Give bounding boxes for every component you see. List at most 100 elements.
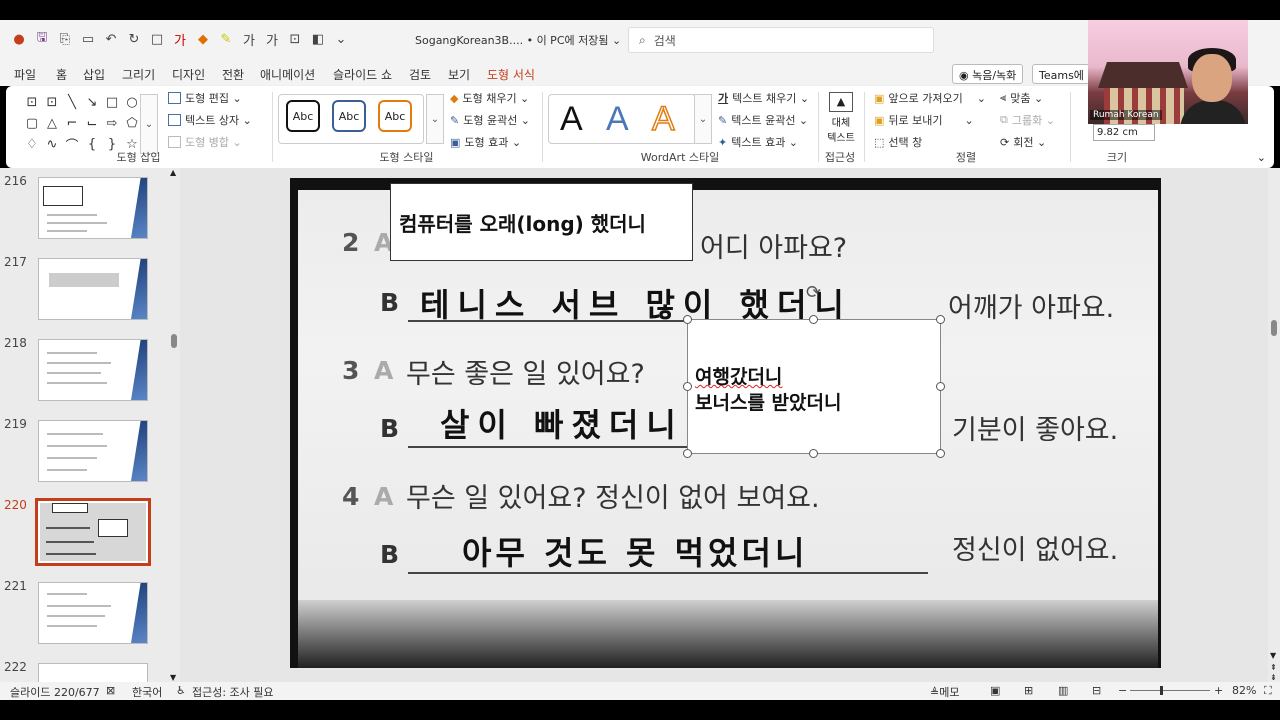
thumbnail-row[interactable]: 222 [0, 660, 160, 682]
thumbnail-row[interactable]: 217 [0, 255, 160, 321]
tab-file[interactable]: 파일 [14, 66, 36, 83]
save-icon[interactable]: 🖫 [33, 30, 51, 48]
shape-effects-button[interactable]: ▣ 도형 효과 ⌄ [450, 134, 521, 150]
resize-handle[interactable] [809, 449, 818, 458]
tab-animations[interactable]: 애니메이션 [260, 66, 315, 83]
text-outline-button[interactable]: ✎ 텍스트 윤곽선 ⌄ [718, 112, 808, 128]
oval-shape-icon[interactable]: ○ [122, 92, 142, 113]
selected-text-box[interactable]: 여행갔더니 보너스를 받았더니 [687, 319, 941, 454]
slide-thumbnail[interactable] [38, 258, 148, 320]
shape-style-more-button[interactable]: ⌄ [426, 94, 444, 144]
shape-style-blue[interactable]: Abc [332, 100, 366, 132]
tab-insert[interactable]: 삽입 [83, 66, 105, 83]
notes-button[interactable]: ≜메모 [930, 684, 959, 700]
textbox-icon[interactable]: ⊡ [286, 30, 304, 48]
autosave-icon[interactable]: ⎘ [56, 30, 74, 48]
slideshow-icon[interactable]: ▭ [79, 30, 97, 48]
wordart-orange-outline[interactable]: A [651, 99, 675, 139]
send-backward-button[interactable]: ▣ 뒤로 보내기 ⌄ [874, 112, 974, 128]
wordart-black[interactable]: A [560, 100, 583, 139]
tab-design[interactable]: 디자인 [172, 66, 205, 83]
shape-fill-button[interactable]: ◆ 도형 채우기 ⌄ [450, 90, 529, 106]
font-color-icon[interactable]: 가 [171, 30, 189, 49]
slide-thumbnail[interactable] [38, 177, 148, 239]
tab-slideshow[interactable]: 슬라이드 쇼 [333, 66, 392, 83]
tab-shape-format[interactable]: 도형 서식 [487, 66, 535, 88]
thumbnail-row[interactable]: 216 [0, 174, 160, 240]
language-indicator[interactable]: 한국어 [132, 684, 162, 700]
rotate-button[interactable]: ⟳ 회전 ⌄ [1000, 134, 1046, 150]
rotate-handle-icon[interactable]: ⟳ [806, 282, 821, 303]
shape-gallery[interactable]: ⊡ ⊡ ╲ ↘ □ ○ ▢ △ ⌐ ⌙ ⇨ ⬠ ♢ ∿ ⌒ { } ☆ [22, 92, 142, 155]
tab-view[interactable]: 보기 [448, 66, 470, 83]
fit-to-window-icon[interactable]: ⛶ [1264, 684, 1272, 698]
reading-view-icon[interactable]: ▥ [1058, 684, 1068, 697]
thumbnail-row[interactable]: 219 [0, 417, 160, 483]
wordart-blue[interactable]: A [606, 100, 629, 139]
alt-text-button[interactable]: ▲ 대체 텍스트 [826, 92, 856, 144]
merge-shapes-button[interactable]: 도형 병합 ⌄ [168, 134, 242, 150]
slideshow-view-icon[interactable]: ⊟ [1092, 684, 1101, 697]
right-arrow-shape-icon[interactable]: ⇨ [102, 113, 122, 134]
shapes-icon[interactable]: ◧ [309, 30, 327, 48]
vertical-textbox-shape-icon[interactable]: ⊡ [42, 92, 62, 113]
group-objects-button[interactable]: ⧉ 그룹화 ⌄ [1000, 112, 1055, 128]
canvas-scrollbar[interactable]: ▼ ⇞ ⇟ [1268, 168, 1280, 682]
thumbnail-row-active[interactable]: 220 [0, 498, 160, 566]
bring-forward-button[interactable]: ▣ 앞으로 가져오기 ⌄ [874, 90, 986, 106]
top-text-box[interactable]: 컴퓨터를 오래(long) 했더니 [390, 183, 693, 261]
resize-handle[interactable] [683, 449, 692, 458]
teams-button[interactable]: Teams에 [1032, 64, 1092, 84]
slide-thumbnail-active[interactable] [35, 498, 151, 566]
next-slide-icon[interactable]: ⇟ [1270, 673, 1277, 682]
shape-gallery-more-button[interactable]: ⌄ [140, 94, 158, 154]
text-effects-button[interactable]: ✦ 텍스트 효과 ⌄ [718, 134, 798, 150]
text-box-button[interactable]: 텍스트 상자 ⌄ [168, 112, 252, 128]
width-field[interactable]: 9.82 cm [1093, 124, 1155, 141]
normal-view-icon[interactable]: ▣ [990, 684, 1000, 697]
spellcheck-icon[interactable]: ⊠ [106, 684, 115, 697]
font-size-down-icon[interactable]: 가 [263, 30, 281, 49]
scroll-down-icon[interactable]: ▼ [170, 673, 176, 682]
redo-icon[interactable]: ↻ [125, 30, 143, 48]
tab-draw[interactable]: 그리기 [122, 66, 155, 83]
undo-icon[interactable]: ↶ [102, 30, 120, 48]
scroll-up-icon[interactable]: ▲ [170, 168, 176, 177]
selected-text-line-2[interactable]: 보너스를 받았더니 [695, 388, 841, 415]
wordart-more-button[interactable]: ⌄ [694, 94, 712, 144]
rounded-rect-shape-icon[interactable]: ▢ [22, 113, 42, 134]
triangle-shape-icon[interactable]: △ [42, 113, 62, 134]
thumbnail-scroll-thumb[interactable] [171, 334, 177, 348]
resize-handle[interactable] [683, 382, 692, 391]
slide-thumbnail[interactable] [38, 420, 148, 482]
edit-shape-button[interactable]: 도형 편집 ⌄ [168, 90, 242, 106]
top-text-box-text[interactable]: 컴퓨터를 오래(long) 했더니 [399, 208, 646, 237]
canvas-scroll-thumb[interactable] [1271, 320, 1277, 336]
elbow-connector-shape-icon[interactable]: ⌐ [62, 113, 82, 134]
zoom-out-icon[interactable]: − [1118, 684, 1127, 697]
selection-pane-button[interactable]: ⬚ 선택 창 [874, 134, 922, 150]
slide-thumbnail[interactable] [38, 339, 148, 401]
document-title[interactable]: SogangKorean3B.... • 이 PC에 저장됨 ⌄ [415, 32, 621, 48]
line-shape-icon[interactable]: ╲ [62, 92, 82, 113]
scroll-down-icon[interactable]: ▼ [1270, 651, 1276, 660]
selected-text-line-1[interactable]: 여행갔더니 [695, 362, 782, 389]
thumbnail-row[interactable]: 221 [0, 579, 160, 645]
tab-transitions[interactable]: 전환 [222, 66, 244, 83]
zoom-in-icon[interactable]: + [1214, 684, 1223, 697]
fill-color-icon[interactable]: ◆ [194, 30, 212, 48]
tab-home[interactable]: 홈 [56, 66, 67, 83]
pentagon-shape-icon[interactable]: ⬠ [122, 113, 142, 134]
zoom-slider-thumb[interactable] [1160, 686, 1163, 695]
tab-review[interactable]: 검토 [409, 66, 431, 83]
customize-qat-icon[interactable]: ⌄ [332, 30, 350, 48]
slide-thumbnail[interactable] [38, 663, 148, 682]
rectangle-shape-icon[interactable]: □ [102, 92, 122, 113]
thumbnail-scrollbar[interactable]: ▲ ▼ [168, 168, 180, 682]
shape-style-orange[interactable]: Abc [378, 100, 412, 132]
shape-outline-button[interactable]: ✎ 도형 윤곽선 ⌄ [450, 112, 530, 128]
zoom-level[interactable]: 82% [1232, 684, 1256, 697]
highlight-icon[interactable]: ✎ [217, 30, 235, 48]
shape-style-black[interactable]: Abc [286, 100, 320, 132]
curved-connector-shape-icon[interactable]: ⌙ [82, 113, 102, 134]
